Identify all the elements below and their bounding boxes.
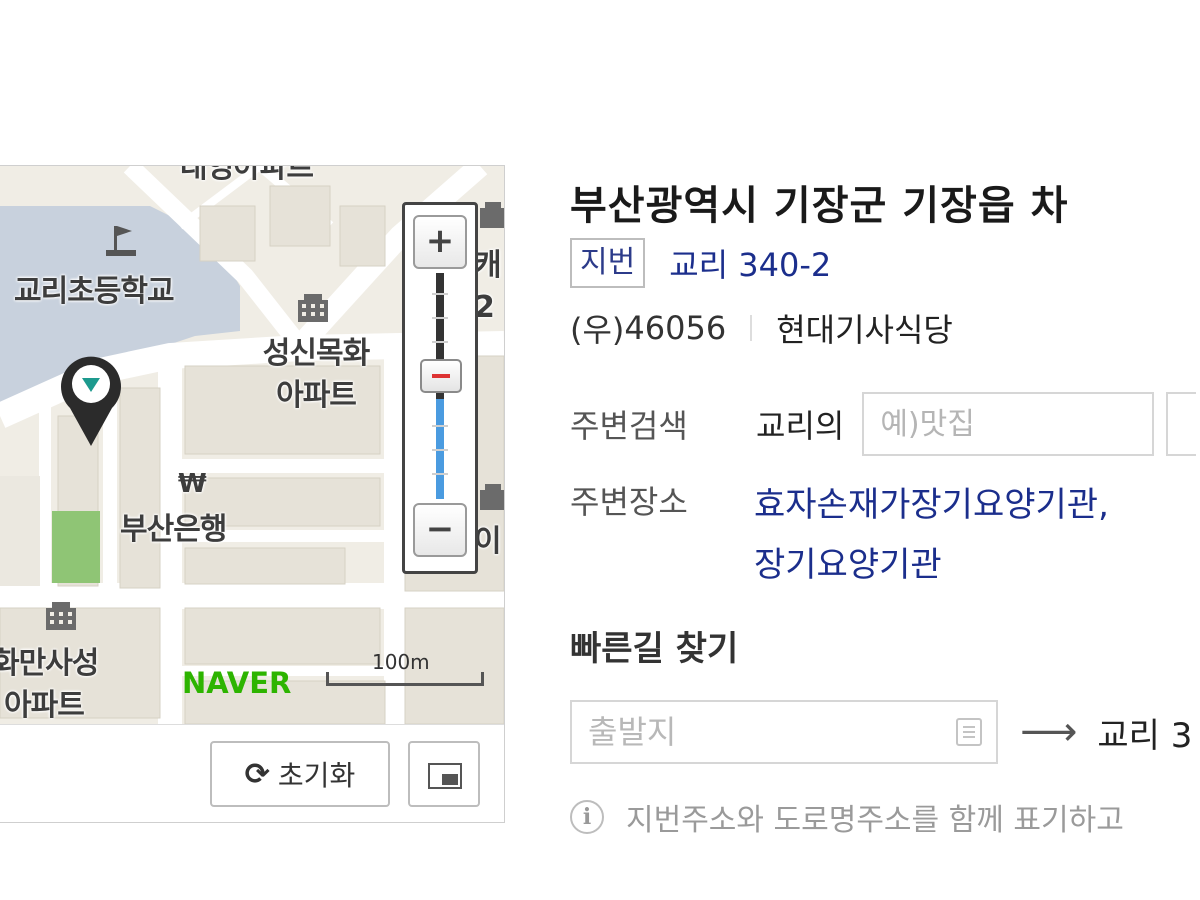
route-search-row: ⟶ 교리 3: [570, 699, 1192, 765]
address-title: 부산광역시 기장군 기장읍 차: [570, 183, 1069, 229]
label-seongsin-line1: 성신목화: [262, 336, 370, 371]
scale-label: 100m: [372, 650, 430, 674]
postal-code: 46056: [624, 309, 727, 347]
jibun-badge: 지번: [570, 238, 646, 288]
apartment-building-icon: [298, 294, 328, 322]
bank-won-icon: ₩: [178, 469, 207, 499]
scale-bar: [326, 672, 484, 686]
nearby-search-input[interactable]: [862, 392, 1155, 456]
jibun-address-link[interactable]: 교리 340-2: [669, 240, 831, 286]
reset-label: 초기화: [277, 759, 356, 792]
zoom-out-button[interactable]: −: [413, 503, 467, 557]
nearby-prefix: 교리의: [756, 407, 845, 445]
park-area: [52, 511, 100, 583]
label-bank: 부산은행: [120, 512, 227, 547]
label-top-apartment: 대영아파트: [180, 166, 314, 185]
notice-text: 지번주소와 도로명주소를 함께 표기하고: [626, 803, 1124, 838]
nearby-search-button[interactable]: [1166, 392, 1197, 456]
zoom-slider-handle[interactable]: [420, 359, 462, 393]
apartment-building-icon: [480, 202, 504, 228]
list-icon[interactable]: [956, 718, 982, 746]
separator: [750, 315, 753, 341]
reset-map-button[interactable]: ⟳ 초기화: [210, 741, 390, 807]
label-left-apartment-line1: 화만사성: [0, 646, 99, 681]
map-footer: ⟳ 초기화: [0, 724, 504, 822]
label-left-apartment-line2: 아파트: [4, 688, 85, 723]
school-flag-icon: [106, 226, 136, 256]
apartment-building-icon: [480, 484, 504, 510]
arrow-right-icon: ⟶: [1020, 709, 1078, 755]
nearby-place-link[interactable]: 효자손재가장기요양기관,: [754, 477, 1109, 526]
minimap-toggle-button[interactable]: [408, 741, 480, 807]
destination-text: 교리 3: [1097, 715, 1193, 756]
map-panel: 대영아파트 교리초등학교 성신목화 아파트 ₩ 부산은행 화만사성 아파트 캐 …: [0, 165, 505, 823]
info-icon: i: [570, 800, 604, 834]
postal-row: (우) 46056 현대기사식당: [570, 305, 953, 351]
origin-field: [570, 700, 998, 764]
nearby-place-link[interactable]: 장기요양기관: [754, 537, 942, 586]
nearby-search-row: 주변검색 교리의: [570, 391, 1197, 457]
refresh-icon: ⟳: [244, 756, 270, 792]
apartment-building-icon: [46, 602, 76, 630]
postal-prefix: (우): [570, 311, 625, 349]
zoom-in-button[interactable]: +: [413, 215, 467, 269]
route-search-title: 빠른길 찾기: [570, 629, 739, 669]
origin-input[interactable]: [572, 702, 974, 762]
location-pin-icon[interactable]: [58, 350, 124, 450]
minimap-icon: [428, 763, 462, 789]
naver-logo: NAVER: [182, 666, 292, 700]
jibun-row: 지번 교리 340-2: [570, 238, 831, 288]
label-seongsin-line2: 아파트: [276, 378, 357, 413]
building-name: 현대기사식당: [776, 311, 953, 349]
nearby-places-label: 주변장소: [570, 483, 688, 521]
nearby-search-label: 주변검색: [570, 407, 688, 445]
zoom-control: + −: [402, 202, 478, 574]
notice-row: i 지번주소와 도로명주소를 함께 표기하고: [570, 795, 1124, 839]
label-school: 교리초등학교: [14, 274, 175, 309]
map-canvas[interactable]: 대영아파트 교리초등학교 성신목화 아파트 ₩ 부산은행 화만사성 아파트 캐 …: [0, 166, 504, 724]
